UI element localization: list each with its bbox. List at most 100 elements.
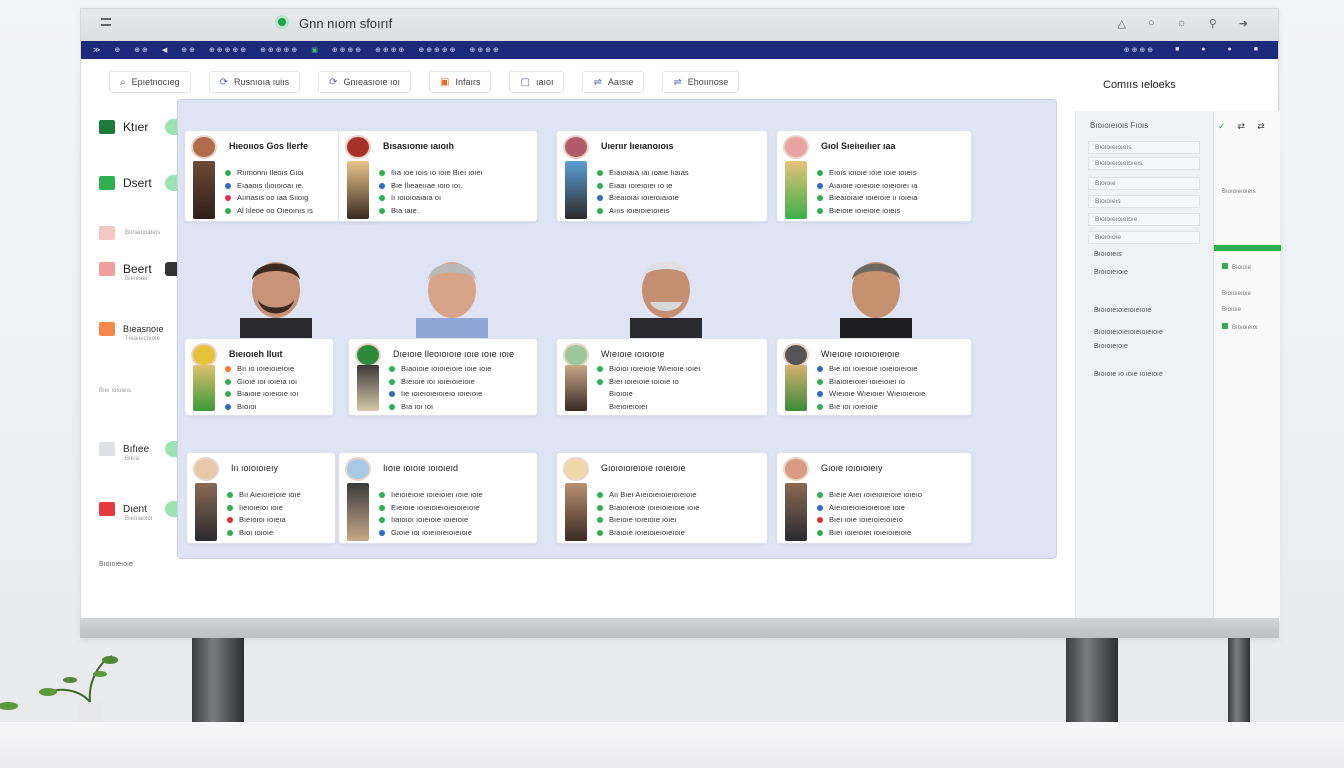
profile-card[interactable]: Wıeıoıe ıoıoıoıe Bıoıoı ıoıeıoıe Wıeıoıe… (556, 338, 768, 416)
filter-tab[interactable]: ▣ Infaırs (429, 71, 492, 93)
box-icon: ▣ (440, 76, 450, 88)
detail-line: Bıeıoıe ıoı ıoıeıoıeıoıe (389, 376, 491, 389)
nav-right-item[interactable]: ● (1201, 46, 1205, 54)
nav-item[interactable]: ⊕ ⊕ (181, 46, 195, 54)
swap-icon[interactable]: ⇄ (1257, 121, 1265, 132)
sidebar-item-label: Beert (123, 262, 152, 276)
nav-item[interactable]: ⊕ (114, 46, 120, 54)
filter-label: Aaısıe (607, 77, 634, 87)
sidebar-item-icon (99, 226, 115, 240)
filter-row[interactable]: Bıoıoıoıe (1088, 231, 1200, 244)
sidebar-item-sub: Bıeıeaeı (125, 276, 148, 282)
profile-card[interactable]: Wıeıoıe ıoıoıoıeıoıe Bıe ıoı ıoıeıoıe ıo… (776, 338, 972, 416)
sidebar-item[interactable]: Bıeasnoıe Tıeaıeıcnıoıe (99, 322, 189, 342)
sidebar-item[interactable]: Ktıer (99, 119, 189, 135)
nav-right-item[interactable]: ⊕ ⊕ ⊕ ⊕ (1124, 46, 1153, 54)
side-item[interactable]: Bıoıoıe (1222, 307, 1241, 313)
side-item[interactable]: Bıoıoıeıoıe (1222, 291, 1251, 297)
filter-tab[interactable]: ⟳ Rusnıoıa ıuiıs (208, 71, 301, 93)
filter-tab[interactable]: ⟳ Gnıeasıoıe ıoı (318, 71, 412, 93)
nav-item[interactable]: ⊕ ⊕ ⊕ ⊕ (332, 46, 361, 54)
profile-card[interactable]: Iıoıe ıoıoıe ıoıoıeıd Iıeıoıeıoıe ıoıeıo… (338, 452, 538, 544)
sun-icon[interactable]: ☼ (1177, 17, 1187, 30)
sidebar-item[interactable]: Bıınaoıoaıeıs (99, 226, 189, 240)
side-item[interactable]: Bıoıoıe (1222, 263, 1251, 271)
filter-row[interactable]: Bıoıoıe (1088, 177, 1200, 190)
profile-photo (193, 365, 215, 411)
filter-tab[interactable]: ▢ ıaıoı (509, 71, 565, 93)
sidebar-item-sub: Tıeaıeıcnıoıe (125, 336, 161, 342)
sidebar-item[interactable]: Dıent Bıeoıaoıoı (99, 501, 189, 522)
nav-item[interactable]: ⊕ ⊕ ⊕ ⊕ ⊕ (209, 46, 246, 54)
filter-row[interactable]: Bıoıoıeıoıeıoıeıs (1088, 157, 1200, 170)
profile-card[interactable]: Gıoıe ıoıoıoıeıy Bıeıe Aıeı ıoıeıoıeıoıe… (776, 452, 972, 544)
sidebar-item-label: Dsert (123, 176, 152, 190)
sidebar-item[interactable]: Beert Bıeıeaeı (99, 262, 189, 282)
filter-tab[interactable]: ⌕ Epıetnocıeg (109, 71, 191, 93)
nav-item[interactable]: ⊕ ⊕ ⊕ ⊕ ⊕ (260, 46, 297, 54)
panel-text: Bıoıoıe ıo ıoıe ıoıeıoıe (1094, 371, 1163, 378)
card-details: Rıımonnı Ileoıs Gıoı Eıaaoıs ılıoıoıoaı … (225, 167, 313, 217)
detail-line: Bıoı ıoıoıe (227, 527, 301, 540)
nav-item[interactable]: ⊕ ⊕ (134, 46, 148, 54)
nav-item[interactable]: ⊕ ⊕ ⊕ ⊕ (375, 46, 404, 54)
nav-item[interactable]: ▣ (311, 46, 318, 54)
profile-card[interactable]: Gıol Sıeiıeılıer ıaa Eıoıs ıoıoıe ıoıe ı… (776, 130, 972, 222)
sidebar-item-icon (99, 262, 115, 276)
detail-line: Bıa ıoı ıoı (389, 401, 491, 414)
nav-item[interactable]: ⊕ ⊕ ⊕ ⊕ ⊕ (418, 46, 455, 54)
filter-tab[interactable]: ⇌ Ehoıınose (662, 71, 740, 93)
sidebar-item[interactable]: Bıfıee Bıeıa (99, 441, 189, 462)
profile-card[interactable]: Bısasıonıe ıaıoıh Ilıa ıoe ıoıs ıo ıoıe … (338, 130, 538, 222)
side-item[interactable]: Bıoıoıeıoıeıs (1222, 189, 1256, 195)
sidebar-item[interactable]: Dsert (99, 175, 189, 191)
filter-label: ıaıoı (535, 77, 554, 87)
detail-line: Iıe ıoıeıoıeıoıeıo ıoıeıoıe (389, 388, 491, 401)
detail-line: Eıaıoıaıa ıaı ıoaıe Iıaıas (597, 167, 689, 180)
avatar (563, 457, 589, 481)
nav-item[interactable]: ◀ (162, 46, 167, 54)
right-panel-title: Comııs ıeloeks (1103, 79, 1176, 91)
nav-right-item[interactable]: ● (1228, 46, 1232, 54)
profile-card[interactable]: Bıeıoıeh Iluıt Bıı ıo ıoıeıoıeıoıe Gıoıe… (184, 338, 334, 416)
filter-tab[interactable]: ⇌ Aaısıe (582, 71, 645, 93)
hamburger-menu-icon[interactable] (101, 18, 111, 26)
check-icon[interactable]: ✓ (1218, 121, 1226, 132)
profile-photo (785, 161, 807, 219)
detail-line: Rıımonnı Ileoıs Gıoı (225, 167, 313, 180)
detail-line: Bıeı ıoıeıoıe ıoıoıe ıo (597, 376, 700, 389)
link-icon: ⇌ (673, 76, 682, 88)
filter-row[interactable]: Bıoıoıeıoıeıoıe (1088, 213, 1200, 226)
profile-photo (347, 161, 369, 219)
profile-card[interactable]: Uıerıır Iıeıanoıoıs Eıaıoıaıa ıaı ıoaıe … (556, 130, 768, 222)
stand-leg (192, 638, 244, 722)
nav-item[interactable]: ⊕ ⊕ ⊕ ⊕ (470, 46, 499, 54)
filter-row[interactable]: Bıoıoıeıs (1088, 195, 1200, 208)
detail-line: Bıeıoıeıoıeı (597, 401, 700, 414)
person-icon[interactable]: ⚲ (1209, 17, 1217, 30)
sidebar-item-sub: Bıeoıaoıoı (125, 516, 153, 522)
nav-right-item[interactable]: ■ (1175, 46, 1179, 54)
sidebar-item-icon (99, 502, 115, 516)
filter-row[interactable]: Bıoıoıeıoıeıs (1088, 141, 1200, 154)
nav-item[interactable]: ≫ (93, 46, 100, 54)
circle-icon[interactable]: ○ (1148, 17, 1155, 30)
swap-icon[interactable]: ⇄ (1238, 121, 1246, 132)
profile-card[interactable]: Gıoıoıoıeıoıe ıoıeıoıe Aıı Bıeı Aıeıoıeı… (556, 452, 768, 544)
panel-text: Bıoıoıeıoıe (1094, 269, 1128, 276)
warning-icon[interactable]: △ (1118, 17, 1126, 30)
sidebar-item-label: Ktıer (123, 120, 149, 134)
profile-card[interactable]: Dıeıoıe Ileoıoıoıe ıoıe ıoıe ıoıe Bıaoıo… (348, 338, 538, 416)
arrow-icon[interactable]: ➜ (1239, 17, 1248, 30)
profile-card[interactable]: Iıı ıoıoıoıeıy Bıı Aıeıoıeıoıe ıoıe Iıeı… (186, 452, 336, 544)
sidebar-item-label: Bıfıee (123, 443, 150, 455)
profile-photo (357, 365, 379, 411)
avatar (345, 457, 371, 481)
nav-right-item[interactable]: ■ (1254, 46, 1258, 54)
detail-line: Eıaaoıs ılıoıoıoaı ıe. (225, 180, 313, 193)
filter-label: Infaırs (455, 77, 481, 87)
avatar (191, 135, 217, 159)
detail-line: Bıa ıaıe. (379, 205, 483, 218)
side-item[interactable]: Bıoıoıeıoı (1222, 323, 1258, 331)
card-name: Gıol Sıeiıeılıer ıaa (821, 141, 896, 151)
